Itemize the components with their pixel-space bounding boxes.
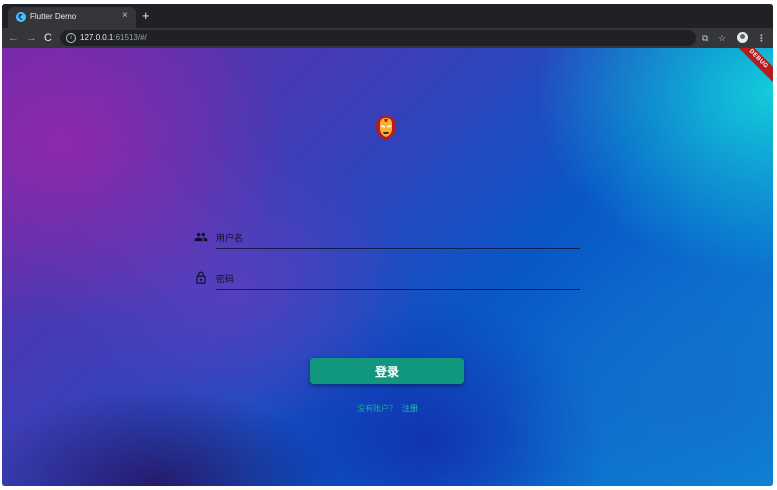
register-row: 没有账户？ 注册 <box>2 403 773 414</box>
forward-icon[interactable]: → <box>26 31 37 45</box>
password-input[interactable] <box>216 269 580 290</box>
translate-icon[interactable]: ⧉ <box>702 32 708 44</box>
lock-icon <box>196 271 206 284</box>
people-icon <box>194 232 208 242</box>
debug-banner: DEBUG <box>729 48 773 89</box>
password-field <box>194 269 580 291</box>
flutter-favicon-icon <box>16 12 26 22</box>
login-button[interactable]: 登录 <box>310 358 464 384</box>
tab-strip: Flutter Demo × + <box>2 4 773 28</box>
no-account-text: 没有账户？ <box>357 404 397 413</box>
browser-menu-icon[interactable]: ⋮ <box>757 32 766 44</box>
reload-icon[interactable]: C <box>44 31 52 45</box>
tab-title: Flutter Demo <box>30 12 77 21</box>
back-icon[interactable]: ← <box>8 31 19 45</box>
app-viewport: DEBUG 登录 没有账户？ 注册 <box>2 48 773 486</box>
bookmark-star-icon[interactable]: ☆ <box>718 32 726 44</box>
url-path: :61513/#/ <box>113 33 147 42</box>
iron-man-mask-icon <box>376 116 396 140</box>
username-input[interactable] <box>216 228 580 249</box>
browser-toolbar: ← → C i 127.0.0.1:61513/#/ ⧉ ☆ ⋮ <box>2 28 773 48</box>
address-bar[interactable]: i 127.0.0.1:61513/#/ <box>60 30 696 46</box>
browser-tab[interactable]: Flutter Demo × <box>8 7 136 28</box>
site-info-icon[interactable]: i <box>66 33 76 43</box>
url-text: 127.0.0.1:61513/#/ <box>80 33 147 42</box>
browser-window: Flutter Demo × + ← → C i 127.0.0.1:61513… <box>2 4 773 486</box>
url-host: 127.0.0.1 <box>80 33 114 42</box>
new-tab-icon[interactable]: + <box>142 9 150 23</box>
register-link[interactable]: 注册 <box>402 404 418 413</box>
username-field <box>194 228 580 250</box>
tab-close-icon[interactable]: × <box>122 10 128 22</box>
profile-avatar-icon[interactable] <box>737 32 748 43</box>
